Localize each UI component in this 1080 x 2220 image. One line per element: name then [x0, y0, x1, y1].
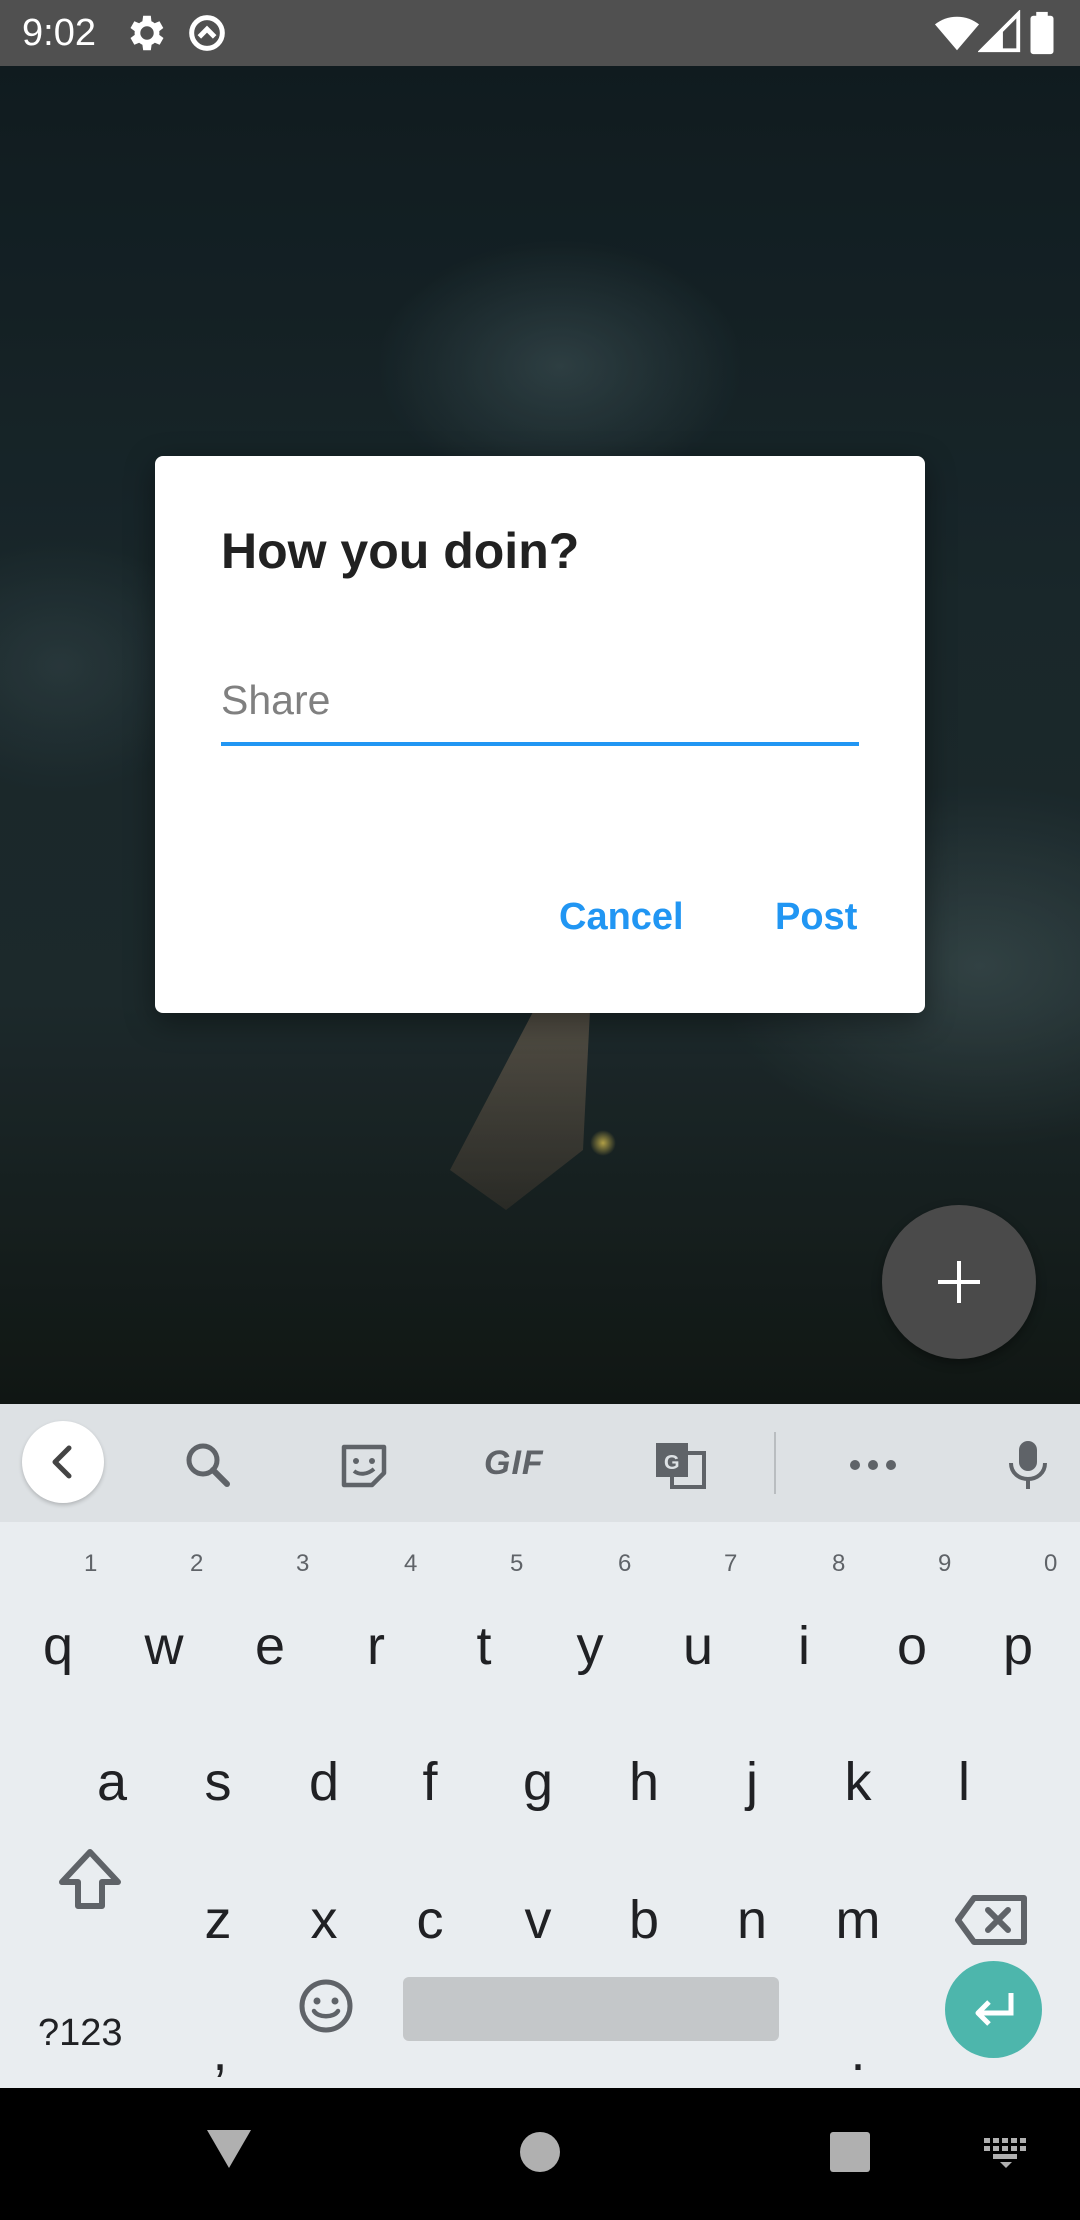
key-hint: 3	[296, 1550, 310, 1577]
status-time: 9:02	[22, 12, 96, 54]
battery-icon	[1028, 10, 1074, 56]
shift-key[interactable]	[40, 1830, 140, 1930]
key-c[interactable]: c	[380, 1870, 480, 1970]
key-f[interactable]: f	[380, 1732, 480, 1832]
share-dialog: How you doin? Cancel Post	[155, 456, 925, 1013]
key-label: q	[42, 1616, 74, 1676]
space-key[interactable]	[403, 1977, 779, 2041]
back-icon	[52, 1445, 72, 1479]
key-b[interactable]: b	[594, 1870, 694, 1970]
status-bar: 9:02	[0, 0, 1080, 66]
home-circle-icon[interactable]	[518, 2130, 562, 2179]
enter-key[interactable]	[945, 1961, 1042, 2058]
key-q[interactable]: q	[8, 1596, 108, 1696]
key-label: o	[896, 1616, 928, 1676]
key-n[interactable]: n	[702, 1870, 802, 1970]
cancel-button[interactable]: Cancel	[559, 896, 684, 939]
backspace-key[interactable]	[944, 1870, 1044, 1970]
signal-icon	[977, 9, 1024, 56]
key-j[interactable]: j	[702, 1732, 802, 1832]
period-key[interactable]: .	[808, 2002, 908, 2102]
key-v[interactable]: v	[488, 1870, 588, 1970]
wifi-icon	[934, 10, 980, 56]
key-l[interactable]: l	[914, 1732, 1014, 1832]
translate-icon[interactable]: G	[652, 1437, 708, 1493]
gif-button[interactable]: GIF	[484, 1444, 544, 1483]
dialog-title: How you doin?	[221, 523, 580, 579]
key-label: e	[254, 1616, 286, 1676]
key-hint: 6	[618, 1550, 632, 1577]
share-input[interactable]	[221, 672, 859, 746]
key-i[interactable]: i	[754, 1596, 854, 1696]
key-hint: 7	[724, 1550, 738, 1577]
key-w[interactable]: w	[114, 1596, 214, 1696]
key-a[interactable]: a	[62, 1732, 162, 1832]
navigation-bar	[0, 2088, 1080, 2220]
shift-icon	[59, 1849, 121, 1909]
key-t[interactable]: t	[434, 1596, 534, 1696]
key-label: p	[1002, 1616, 1034, 1676]
key-label: w	[144, 1616, 184, 1676]
key-k[interactable]: k	[808, 1732, 908, 1832]
backspace-icon	[955, 1895, 1027, 1945]
key-p[interactable]: p	[968, 1596, 1068, 1696]
emoji-key[interactable]	[296, 1976, 356, 2036]
key-r[interactable]: r	[326, 1596, 426, 1696]
key-h[interactable]: h	[594, 1732, 694, 1832]
key-hint: 5	[510, 1550, 524, 1577]
settings-icon	[124, 10, 170, 56]
key-hint: 0	[1044, 1550, 1058, 1577]
key-hint: 4	[404, 1550, 418, 1577]
sync-icon	[184, 10, 230, 56]
add-post-button[interactable]	[882, 1205, 1036, 1359]
emoji-icon	[299, 1979, 353, 2033]
key-hint: 1	[84, 1550, 98, 1577]
key-hint: 8	[832, 1550, 846, 1577]
key-y[interactable]: y	[540, 1596, 640, 1696]
toolbar-back-button[interactable]	[22, 1421, 104, 1503]
key-hint: 2	[190, 1550, 204, 1577]
toolbar-divider	[774, 1432, 776, 1494]
recents-square-icon[interactable]	[828, 2130, 872, 2179]
key-label: r	[367, 1616, 385, 1676]
back-triangle-icon[interactable]	[204, 2126, 254, 2177]
key-hint: 9	[938, 1550, 952, 1577]
key-e[interactable]: e	[220, 1596, 320, 1696]
keyboard-switch-icon[interactable]	[982, 2136, 1030, 2173]
mic-icon[interactable]	[1000, 1437, 1056, 1493]
symbols-key[interactable]: ?123	[38, 2008, 123, 2058]
search-icon[interactable]	[180, 1437, 236, 1493]
enter-icon	[975, 1993, 1014, 2026]
key-label: y	[576, 1616, 604, 1676]
key-z[interactable]: z	[168, 1870, 268, 1970]
key-m[interactable]: m	[808, 1870, 908, 1970]
key-g[interactable]: g	[488, 1732, 588, 1832]
key-x[interactable]: x	[274, 1870, 374, 1970]
key-label: u	[682, 1616, 714, 1676]
comma-key[interactable]: ,	[170, 2002, 270, 2102]
key-s[interactable]: s	[168, 1732, 268, 1832]
svg-text:G: G	[664, 1452, 680, 1474]
plus-icon	[938, 1261, 980, 1303]
key-u[interactable]: u	[648, 1596, 748, 1696]
key-label: i	[798, 1616, 810, 1676]
more-icon[interactable]	[845, 1437, 901, 1493]
post-button[interactable]: Post	[775, 896, 857, 939]
key-label: t	[476, 1616, 492, 1676]
key-d[interactable]: d	[274, 1732, 374, 1832]
sticker-icon[interactable]	[336, 1437, 392, 1493]
key-o[interactable]: o	[862, 1596, 962, 1696]
